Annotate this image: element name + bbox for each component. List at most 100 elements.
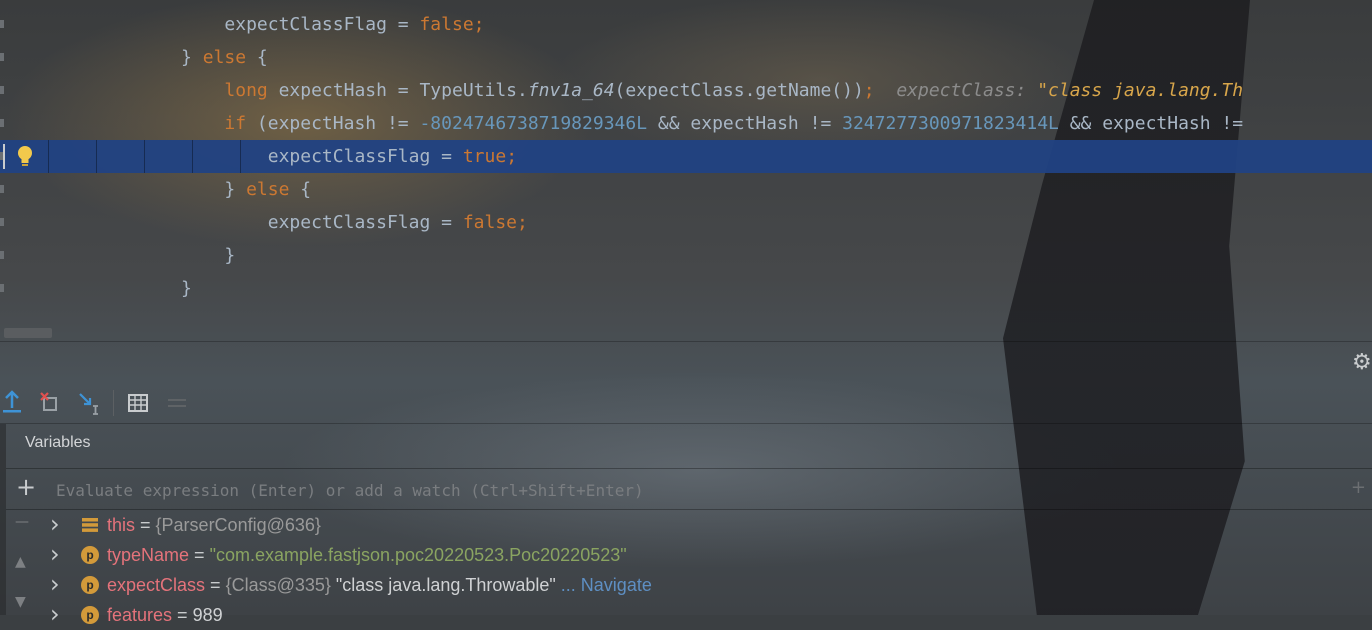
expand-chevron-icon[interactable]: › (50, 510, 66, 540)
code-token-hint-name: expectClass: (874, 80, 1038, 101)
code-token-plain: { (246, 47, 268, 68)
gutter-fold-marker[interactable] (0, 119, 4, 127)
code-line[interactable]: } (0, 239, 1372, 272)
variable-equals: = (189, 545, 210, 565)
code-token-plain: { (289, 179, 312, 200)
gutter-fold-marker[interactable] (0, 284, 4, 292)
code-text: expectClassFlag = true; (51, 140, 517, 173)
code-token-kw: false (419, 14, 474, 35)
code-token-plain: expectClassFlag = (224, 14, 420, 35)
run-to-cursor-icon[interactable] (76, 384, 104, 422)
stack-frame-icon (81, 516, 99, 534)
move-down-icon[interactable]: ▼ (15, 594, 26, 610)
gutter-fold-marker[interactable] (0, 251, 4, 259)
code-line[interactable]: } else { (0, 173, 1372, 206)
toolbar-divider-line (0, 423, 1372, 424)
code-line[interactable]: long expectHash = TypeUtils.fnv1a_64(exp… (0, 74, 1372, 107)
code-line-current[interactable]: expectClassFlag = true; (0, 140, 1372, 173)
restore-layout-icon[interactable] (164, 384, 192, 422)
code-line[interactable]: if (expectHash != -8024746738719829346L … (0, 107, 1372, 140)
code-token-plain: (expectHash != (246, 113, 420, 134)
evaluate-expression-input[interactable] (54, 469, 1358, 511)
horizontal-scrollbar-thumb[interactable] (4, 328, 52, 338)
code-token-num: -8024746738719829346L (419, 113, 648, 134)
code-text: if (expectHash != -8024746738719829346L … (51, 107, 1243, 140)
code-text: } (51, 239, 235, 272)
gutter-fold-marker[interactable] (0, 20, 4, 28)
variable-equals: = (135, 515, 156, 535)
code-line[interactable]: expectClassFlag = false; (0, 206, 1372, 239)
evaluate-table-icon[interactable] (124, 384, 152, 422)
settings-gear-icon[interactable]: ⚙ (1352, 350, 1372, 375)
code-token-plain: (expectClass.getName()) (614, 80, 864, 101)
variable-text: this = {ParserConfig@636} (107, 510, 321, 540)
variable-value: 989 (192, 605, 223, 625)
navigate-link[interactable]: ... Navigate (556, 575, 652, 595)
evaluate-expression-bar: + + (6, 468, 1372, 511)
code-token-kw: ; (517, 212, 528, 233)
gutter-fold-marker[interactable] (0, 53, 4, 61)
code-token-kw: ; (473, 14, 485, 35)
code-token-kw: ; (506, 146, 518, 167)
variable-reference: {Class@335} (225, 575, 336, 595)
variable-text: expectClass = {Class@335} "class java.la… (107, 570, 652, 600)
variable-reference: {ParserConfig@636} (155, 515, 321, 535)
code-line[interactable]: } (0, 272, 1372, 305)
parameter-icon: p (81, 606, 99, 624)
gutter-fold-marker[interactable] (0, 86, 4, 94)
add-watch-right-icon[interactable]: + (1351, 477, 1366, 498)
variable-equals: = (205, 575, 226, 595)
code-token-kw: else (246, 179, 290, 200)
minus-icon[interactable]: — (15, 514, 29, 530)
gutter-fold-marker[interactable] (0, 218, 4, 226)
code-token-kw: false (462, 212, 518, 233)
code-text: expectClassFlag = false; (51, 206, 528, 239)
code-editor[interactable]: expectClassFlag = false; } else { long e… (0, 0, 1372, 340)
parameter-icon: p (81, 576, 99, 594)
variable-name: this (107, 515, 136, 535)
debugger-side-strip (0, 424, 6, 615)
variable-string-value: "com.example.fastjson.poc20220523.Poc202… (209, 545, 627, 565)
code-token-kw: ; (863, 80, 875, 101)
code-token-kw: long (224, 80, 268, 101)
variable-name: typeName (107, 545, 190, 565)
code-token-fn: fnv1a_64 (527, 80, 615, 101)
variable-name: expectClass (107, 575, 206, 595)
code-token-hint-val: "class java.lang.Th (1037, 80, 1244, 101)
code-token-plain: expectClassFlag = (267, 212, 463, 233)
code-text: expectClassFlag = false; (51, 8, 485, 41)
drop-frame-icon[interactable] (36, 384, 64, 422)
code-line[interactable]: expectClassFlag = false; (0, 8, 1372, 41)
code-token-plain: && expectHash != (647, 113, 843, 134)
expand-chevron-icon[interactable]: › (50, 600, 66, 630)
step-out-icon[interactable] (0, 384, 28, 422)
code-token-plain: } (181, 47, 203, 68)
execution-marker (3, 144, 5, 169)
code-text: long expectHash = TypeUtils.fnv1a_64(exp… (51, 74, 1243, 107)
intention-bulb-icon[interactable] (15, 144, 35, 168)
variable-text: features = 989 (107, 600, 223, 630)
code-text: } else { (51, 173, 311, 206)
add-watch-icon[interactable]: + (16, 473, 36, 501)
code-token-plain: expectClassFlag = (267, 146, 463, 167)
indent-guide (48, 140, 49, 173)
toolbar-divider (113, 390, 114, 416)
code-line[interactable]: } else { (0, 41, 1372, 74)
variables-side-icons: — ▲ ▼ (10, 510, 40, 615)
expand-chevron-icon[interactable]: › (50, 540, 66, 570)
code-token-plain: } (181, 278, 192, 299)
expand-chevron-icon[interactable]: › (50, 570, 66, 600)
code-token-plain: expectHash = TypeUtils. (267, 80, 528, 101)
move-up-icon[interactable]: ▲ (15, 554, 26, 570)
gutter-fold-marker[interactable] (0, 185, 4, 193)
code-token-kw: if (224, 113, 247, 134)
variable-value: "class java.lang.Throwable" (335, 575, 556, 595)
variable-equals: = (172, 605, 193, 625)
code-token-kw: true (462, 146, 507, 167)
